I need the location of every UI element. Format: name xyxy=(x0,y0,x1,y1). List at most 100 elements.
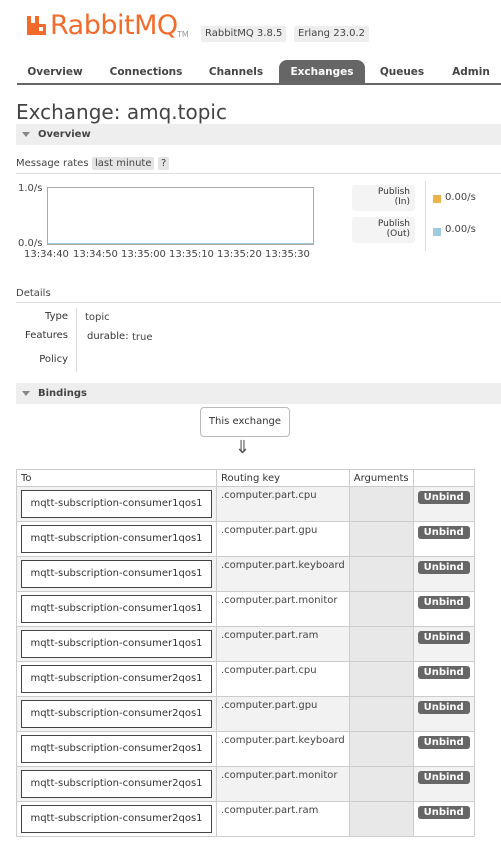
to-cell: mqtt-subscription-consumer1qos1 xyxy=(16,591,217,627)
chart-series-line xyxy=(48,243,313,244)
details-divider xyxy=(76,308,77,372)
routing-key-cell: .computer.part.cpu xyxy=(216,486,350,522)
table-row: mqtt-subscription-consumer1qos1 .compute… xyxy=(16,486,475,522)
column-header-arguments: Arguments xyxy=(348,469,414,487)
table-row: mqtt-subscription-consumer2qos1 .compute… xyxy=(16,696,475,732)
actions-cell: Unbind xyxy=(412,731,475,767)
column-header-routing-key: Routing key xyxy=(216,469,350,487)
routing-key-cell: .computer.part.ram xyxy=(216,801,350,837)
queue-link[interactable]: mqtt-subscription-consumer1qos1 xyxy=(21,595,212,623)
legend-label: Publish xyxy=(377,219,410,229)
unbind-button[interactable]: Unbind xyxy=(417,806,470,819)
x-tick: 13:35:20 xyxy=(217,249,262,260)
erlang-version-badge: Erlang 23.0.2 xyxy=(294,26,370,42)
legend-publish-out[interactable]: Publish (Out) xyxy=(352,217,415,243)
y-axis-top-label: 1.0/s xyxy=(18,183,43,194)
x-tick: 13:34:40 xyxy=(24,249,69,260)
unbind-button[interactable]: Unbind xyxy=(417,701,470,714)
table-row: mqtt-subscription-consumer2qos1 .compute… xyxy=(16,766,475,802)
queue-link[interactable]: mqtt-subscription-consumer2qos1 xyxy=(21,770,212,798)
divider xyxy=(16,173,501,174)
routing-key-cell: .computer.part.keyboard xyxy=(216,556,350,592)
divider xyxy=(16,302,501,303)
tab-connections[interactable]: Connections xyxy=(100,60,192,84)
queue-link[interactable]: mqtt-subscription-consumer2qos1 xyxy=(21,805,212,833)
queue-link[interactable]: mqtt-subscription-consumer2qos1 xyxy=(21,665,212,693)
tab-queues[interactable]: Queues xyxy=(370,60,434,84)
arguments-cell xyxy=(348,801,414,837)
tab-channels[interactable]: Channels xyxy=(199,60,273,84)
queue-link[interactable]: mqtt-subscription-consumer2qos1 xyxy=(21,700,212,728)
tab-admin[interactable]: Admin xyxy=(442,60,500,84)
to-cell: mqtt-subscription-consumer2qos1 xyxy=(16,801,217,837)
unbind-button[interactable]: Unbind xyxy=(417,631,470,644)
actions-cell: Unbind xyxy=(412,556,475,592)
legend-label: Publish xyxy=(377,187,410,197)
unbind-button[interactable]: Unbind xyxy=(417,596,470,609)
table-row: mqtt-subscription-consumer1qos1 .compute… xyxy=(16,626,475,662)
publish-out-swatch xyxy=(433,228,441,236)
durable-label: durable: xyxy=(87,331,129,342)
table-row: mqtt-subscription-consumer1qos1 .compute… xyxy=(16,521,475,557)
x-tick: 13:35:30 xyxy=(265,249,310,260)
routing-key-cell: .computer.part.monitor xyxy=(216,766,350,802)
publish-in-swatch xyxy=(433,195,441,203)
x-tick: 13:35:00 xyxy=(121,249,166,260)
queue-link[interactable]: mqtt-subscription-consumer1qos1 xyxy=(21,490,212,518)
queue-link[interactable]: mqtt-subscription-consumer1qos1 xyxy=(21,560,212,588)
actions-cell: Unbind xyxy=(412,766,475,802)
unbind-button[interactable]: Unbind xyxy=(417,666,470,679)
routing-key-cell: .computer.part.cpu xyxy=(216,661,350,697)
message-rates-label: Message rates xyxy=(16,158,89,169)
this-exchange-box: This exchange xyxy=(200,407,290,437)
trademark: TM xyxy=(177,30,189,39)
unbind-button[interactable]: Unbind xyxy=(417,491,470,504)
unbind-button[interactable]: Unbind xyxy=(417,526,470,539)
bindings-section-toggle[interactable]: Bindings xyxy=(16,383,501,404)
actions-cell: Unbind xyxy=(412,661,475,697)
type-label: Type xyxy=(45,311,68,322)
legend-label: (In) xyxy=(394,197,410,207)
queue-link[interactable]: mqtt-subscription-consumer2qos1 xyxy=(21,735,212,763)
arguments-cell xyxy=(348,661,414,697)
routing-key-cell: .computer.part.monitor xyxy=(216,591,350,627)
queue-link[interactable]: mqtt-subscription-consumer1qos1 xyxy=(21,630,212,658)
table-row: mqtt-subscription-consumer2qos1 .compute… xyxy=(16,731,475,767)
to-cell: mqtt-subscription-consumer2qos1 xyxy=(16,661,217,697)
type-value: topic xyxy=(85,312,110,323)
routing-key-cell: .computer.part.ram xyxy=(216,626,350,662)
arguments-cell xyxy=(348,731,414,767)
tab-exchanges[interactable]: Exchanges xyxy=(279,60,365,84)
legend-divider xyxy=(425,181,426,251)
bindings-heading: Bindings xyxy=(38,388,87,399)
table-row: mqtt-subscription-consumer2qos1 .compute… xyxy=(16,801,475,837)
help-button[interactable]: ? xyxy=(158,157,170,170)
routing-key-cell: .computer.part.gpu xyxy=(216,696,350,732)
overview-heading: Overview xyxy=(38,129,91,140)
queue-link[interactable]: mqtt-subscription-consumer1qos1 xyxy=(21,525,212,553)
arguments-cell xyxy=(348,556,414,592)
unbind-button[interactable]: Unbind xyxy=(417,736,470,749)
tab-overview[interactable]: Overview xyxy=(17,60,93,84)
x-tick: 13:35:10 xyxy=(169,249,214,260)
legend-label: (Out) xyxy=(386,229,410,239)
rate-range-selector[interactable]: last minute xyxy=(92,157,155,170)
rabbitmq-version-badge: RabbitMQ 3.8.5 xyxy=(201,26,287,42)
arguments-cell xyxy=(348,626,414,662)
to-cell: mqtt-subscription-consumer1qos1 xyxy=(16,626,217,662)
unbind-button[interactable]: Unbind xyxy=(417,771,470,784)
down-arrow-icon: ⇓ xyxy=(235,437,251,458)
table-row: mqtt-subscription-consumer2qos1 .compute… xyxy=(16,661,475,697)
table-header-row: To Routing key Arguments xyxy=(16,469,475,487)
overview-section-toggle[interactable]: Overview xyxy=(16,124,501,145)
durable-value: true xyxy=(132,332,153,343)
policy-label: Policy xyxy=(39,354,68,365)
legend-publish-in[interactable]: Publish (In) xyxy=(352,185,415,211)
table-row: mqtt-subscription-consumer1qos1 .compute… xyxy=(16,591,475,627)
arguments-cell xyxy=(348,696,414,732)
routing-key-cell: .computer.part.keyboard xyxy=(216,731,350,767)
arguments-cell xyxy=(348,486,414,522)
actions-cell: Unbind xyxy=(412,626,475,662)
unbind-button[interactable]: Unbind xyxy=(417,561,470,574)
actions-cell: Unbind xyxy=(412,521,475,557)
